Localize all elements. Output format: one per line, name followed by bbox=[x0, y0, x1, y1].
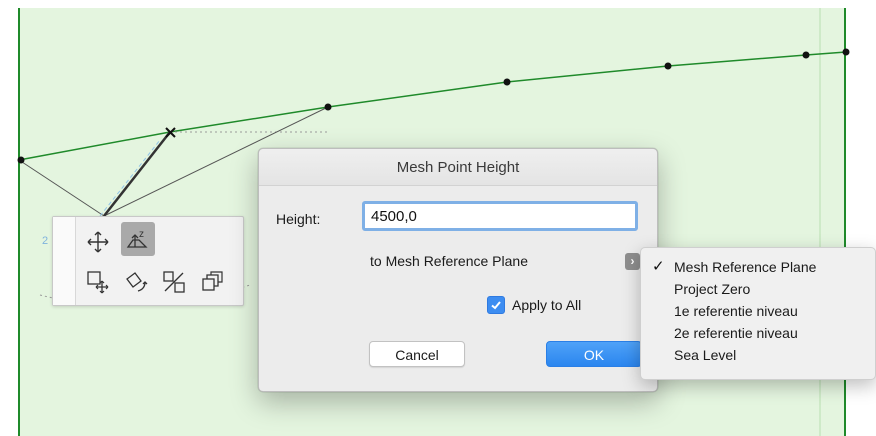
mesh-vertex[interactable] bbox=[503, 78, 511, 86]
menu-item-sea-level[interactable]: Sea Level bbox=[674, 345, 736, 365]
ok-button[interactable]: OK bbox=[546, 341, 642, 367]
apply-to-all-label: Apply to All bbox=[512, 297, 582, 313]
elevate-z-icon: z bbox=[126, 229, 148, 248]
height-label: Height: bbox=[276, 211, 321, 227]
pet-tool-mirror[interactable] bbox=[157, 265, 191, 299]
pet-palette: z bbox=[52, 216, 244, 306]
pet-tool-elevate[interactable]: z bbox=[121, 222, 155, 256]
mesh-vertex[interactable] bbox=[324, 103, 332, 111]
menu-item-project-zero[interactable]: Project Zero bbox=[674, 279, 750, 299]
pet-tool-multiply[interactable] bbox=[195, 265, 229, 299]
menu-item-1e-referentie-niveau[interactable]: 1e referentie niveau bbox=[674, 301, 798, 321]
apply-to-all-checkbox[interactable] bbox=[487, 296, 505, 314]
rotate-icon bbox=[126, 272, 148, 292]
reference-text: to Mesh Reference Plane bbox=[370, 253, 528, 269]
dimension-label: 2 bbox=[42, 235, 48, 247]
apply-to-all-row[interactable]: Apply to All bbox=[487, 296, 581, 314]
pet-tool-rotate[interactable] bbox=[119, 265, 153, 299]
menu-item-mesh-reference-plane[interactable]: Mesh Reference Plane bbox=[674, 257, 816, 277]
mesh-vertex[interactable] bbox=[664, 62, 672, 70]
pet-tool-drag-copy[interactable] bbox=[81, 265, 115, 299]
checkmark-icon bbox=[491, 301, 501, 310]
reference-popup-menu: ✓ Mesh Reference Plane Project Zero 1e r… bbox=[640, 247, 876, 380]
svg-text:z: z bbox=[139, 229, 144, 240]
mesh-point-height-dialog: Mesh Point Height Height: to Mesh Refere… bbox=[258, 148, 658, 392]
mesh-vertex[interactable] bbox=[842, 48, 850, 56]
menu-item-2e-referentie-niveau[interactable]: 2e referentie niveau bbox=[674, 323, 798, 343]
mirror-icon bbox=[163, 271, 185, 293]
reference-menu-button[interactable]: › bbox=[625, 253, 640, 270]
pet-tool-move[interactable] bbox=[81, 225, 115, 259]
dialog-title: Mesh Point Height bbox=[259, 149, 657, 186]
mesh-vertex[interactable] bbox=[802, 51, 810, 59]
mesh-vertex[interactable] bbox=[17, 156, 25, 164]
move-icon bbox=[87, 231, 109, 253]
pet-palette-grip[interactable] bbox=[53, 217, 76, 305]
menu-checkmark: ✓ bbox=[652, 258, 665, 275]
drag-copy-icon bbox=[87, 271, 109, 294]
height-input[interactable] bbox=[362, 201, 638, 231]
multiply-icon bbox=[202, 271, 223, 291]
cancel-button[interactable]: Cancel bbox=[369, 341, 465, 367]
